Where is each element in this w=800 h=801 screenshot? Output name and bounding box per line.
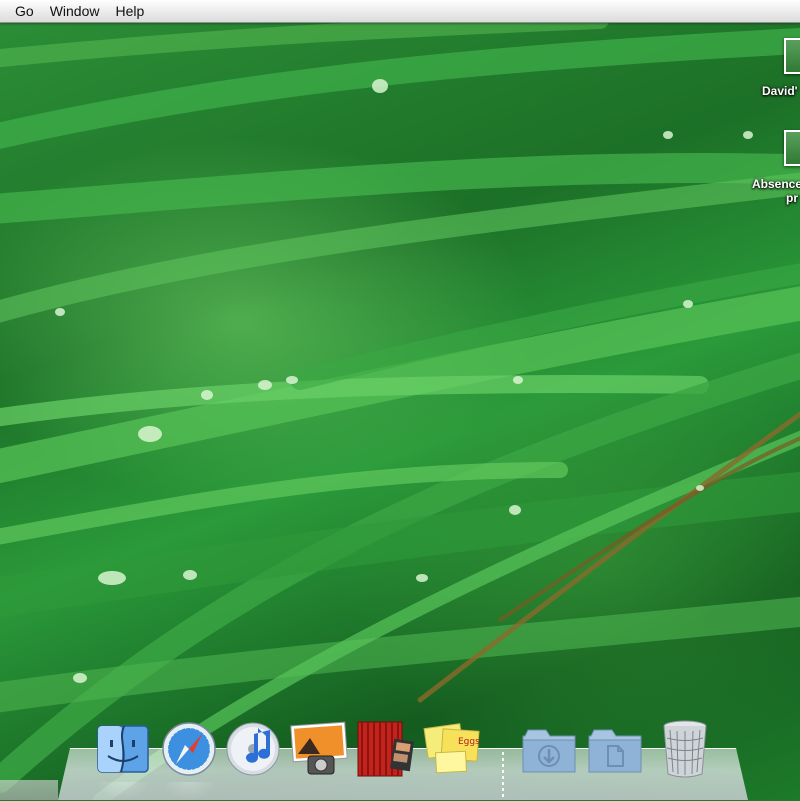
dock-front-row[interactable] [356, 718, 414, 780]
trash-icon [663, 720, 707, 778]
menu-go[interactable]: Go [15, 0, 34, 22]
grass-blades [0, 11, 800, 800]
menu-window[interactable]: Window [50, 0, 100, 22]
dock-edge [0, 780, 58, 800]
dock-separator [502, 752, 504, 798]
document-thumbnail-icon [784, 130, 800, 166]
itunes-icon [226, 722, 280, 776]
drive-thumbnail-icon [784, 38, 800, 74]
dock-stickies[interactable]: Eggs [422, 718, 480, 780]
documents-folder-icon [588, 729, 642, 773]
finder-icon [97, 725, 149, 773]
safari-icon [162, 722, 216, 776]
sticky-note-text: Eggs [458, 737, 480, 747]
dock-itunes[interactable] [224, 718, 282, 780]
desktop-icon-label-line2: pr [786, 191, 798, 205]
menu-help[interactable]: Help [115, 0, 144, 22]
front-row-icon [357, 721, 414, 777]
iphoto-icon [290, 721, 348, 775]
dock-safari[interactable] [160, 718, 218, 780]
menu-bar: Go Window Help [0, 0, 800, 23]
dock-documents[interactable] [586, 718, 644, 780]
desktop-icon-label-line1: Absence [752, 177, 800, 191]
dock-downloads[interactable] [520, 718, 578, 780]
desktop-icon-label: David' [762, 84, 798, 98]
stickies-icon: Eggs [423, 723, 480, 774]
desktop-wallpaper [0, 0, 800, 800]
dock-finder[interactable] [94, 718, 152, 780]
downloads-folder-icon [522, 729, 576, 773]
dock-reflection [96, 782, 150, 800]
dock-reflection [162, 782, 216, 800]
dock-trash[interactable] [656, 718, 714, 780]
dock-iphoto[interactable] [290, 718, 348, 780]
